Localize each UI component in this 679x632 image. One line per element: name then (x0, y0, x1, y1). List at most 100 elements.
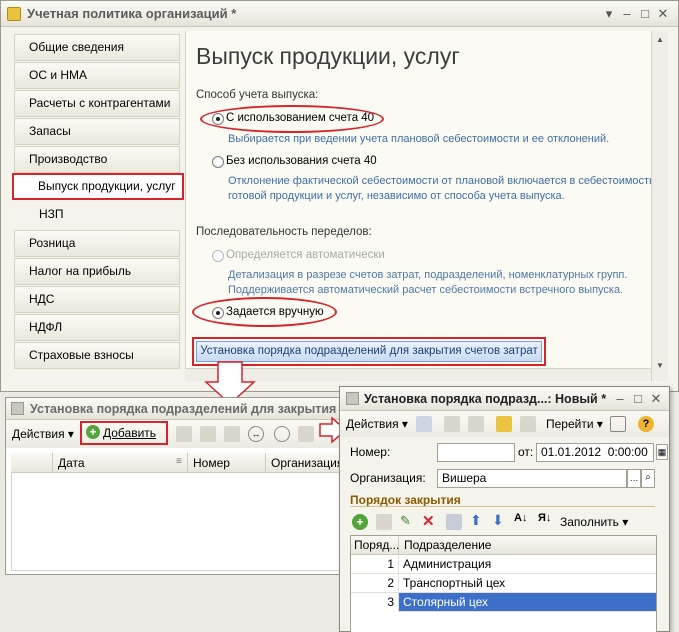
row-number: 3 (351, 593, 399, 612)
move-up-icon[interactable]: ⬆ (470, 512, 482, 529)
doc-minimize-icon[interactable]: – (612, 391, 628, 407)
list-actions-menu[interactable]: Действия ▾ (12, 427, 74, 441)
table-row[interactable]: 1 Администрация (351, 555, 656, 574)
closing-order-table: Поряд... Подразделение 1 Администрация 2… (350, 535, 657, 632)
list-col-number[interactable]: Номер (188, 453, 266, 473)
move-down-icon[interactable]: ⬇ (492, 512, 504, 529)
post-icon[interactable] (444, 416, 460, 432)
doc-window-icon (346, 392, 359, 405)
edit-icon[interactable] (200, 426, 216, 442)
doc-toolbar: Действия ▾ Перейти ▾ ? (340, 411, 669, 437)
doc-close-icon[interactable]: ✕ (648, 391, 664, 407)
delete-icon[interactable] (224, 426, 240, 442)
radio-without-account-40-label[interactable]: Без использования счета 40 (226, 155, 377, 167)
sidebar-item-production[interactable]: Производство (14, 146, 180, 173)
structure-icon[interactable] (520, 416, 536, 432)
table-header: Поряд... Подразделение (351, 536, 656, 555)
sidebar-item-personal-tax[interactable]: НДФЛ (14, 314, 180, 341)
table-row[interactable]: 2 Транспортный цех (351, 574, 656, 593)
radio-automatic[interactable] (212, 250, 224, 262)
doc-actions-menu[interactable]: Действия ▾ (346, 417, 408, 431)
filter-icon[interactable] (298, 426, 314, 442)
save-icon[interactable] (416, 416, 432, 432)
row-number: 1 (351, 555, 399, 574)
page-title: Выпуск продукции, услуг (196, 43, 460, 69)
sidebar-item-profit-tax[interactable]: Налог на прибыль (14, 258, 180, 285)
setup-order-button[interactable]: Установка порядка подразделений для закр… (196, 341, 542, 362)
doc-window-titlebar[interactable]: Установка порядка подразд...: Новый * – … (340, 387, 669, 411)
list-grid-body[interactable] (11, 473, 349, 571)
search-icon[interactable] (274, 426, 290, 442)
doc-maximize-icon[interactable]: □ (630, 391, 646, 407)
list-window-titlebar[interactable]: Установка порядка подразделений для закр… (6, 398, 349, 420)
main-scrollbar[interactable]: ▲ ▼ (651, 31, 668, 381)
goto-label: Перейти (546, 417, 594, 431)
close-icon[interactable]: ✕ (655, 6, 671, 22)
fill-menu[interactable]: Заполнить ▾ (560, 515, 628, 529)
col-order[interactable]: Поряд... (351, 536, 399, 555)
interval-icon[interactable]: ↔ (248, 426, 264, 442)
document-icon[interactable] (496, 416, 512, 432)
highlight-ellipse-option4 (192, 297, 337, 327)
list-col-organization[interactable]: Организация (266, 453, 349, 473)
scroll-up-icon[interactable]: ▲ (656, 35, 664, 44)
window-menu-icon[interactable]: ▾ (601, 6, 617, 22)
main-window-titlebar[interactable]: Учетная политика организаций * ▾ – □ ✕ (1, 1, 678, 27)
sidebar-item-wip[interactable]: НЗП (14, 201, 180, 228)
organization-label: Организация: (350, 471, 426, 485)
list-settings-icon[interactable] (610, 416, 626, 432)
accounting-policy-window: Учетная политика организаций * ▾ – □ ✕ О… (0, 0, 679, 392)
sidebar-item-counterparties[interactable]: Расчеты с контрагентами (14, 90, 180, 117)
list-col-icon (11, 453, 53, 473)
table-copy-icon[interactable] (376, 514, 392, 530)
select-icon[interactable]: … (627, 469, 641, 488)
list-col-date[interactable]: Дата (53, 453, 188, 473)
sidebar-item-inventory[interactable]: Запасы (14, 118, 180, 145)
add-icon: + (86, 425, 100, 439)
sidebar-item-retail[interactable]: Розница (14, 230, 180, 257)
sort-asc-icon[interactable]: A↓ (514, 512, 527, 524)
table-add-icon[interactable]: + (352, 514, 368, 530)
calendar-icon[interactable]: ▦ (656, 444, 668, 460)
highlight-ellipse-option1 (200, 105, 384, 133)
minimize-icon[interactable]: – (619, 6, 635, 22)
date-field[interactable]: 01.01.2012 0:00:00 (536, 443, 654, 462)
table-delete-icon[interactable]: ✕ (422, 512, 435, 530)
radio-automatic-label[interactable]: Определяется автоматически (226, 249, 385, 261)
sidebar-item-fixed-assets[interactable]: ОС и НМА (14, 62, 180, 89)
settings-panel: Выпуск продукции, услуг Способ учета вып… (185, 31, 655, 381)
add-button[interactable]: Добавить (103, 426, 156, 440)
maximize-icon[interactable]: □ (637, 6, 653, 22)
help-icon[interactable]: ? (638, 416, 654, 432)
copy-icon[interactable] (176, 426, 192, 442)
order-document-window: Установка порядка подразд...: Новый * – … (339, 386, 670, 632)
date-from-label: от: (518, 445, 534, 459)
number-field[interactable] (437, 443, 515, 462)
window-icon (7, 7, 21, 21)
goto-menu[interactable]: Перейти ▾ (546, 417, 603, 431)
row-number: 2 (351, 574, 399, 593)
col-department[interactable]: Подразделение (399, 536, 656, 555)
open-icon[interactable]: ⌕ (641, 469, 655, 488)
list-grid-header: Дата ≡ Номер Организация (11, 453, 349, 473)
sidebar-item-insurance[interactable]: Страховые взносы (14, 342, 180, 369)
table-row-selected[interactable]: 3 Столярный цех (351, 593, 656, 612)
copy-doc-icon[interactable] (468, 416, 484, 432)
organization-field[interactable]: Вишера (437, 469, 627, 488)
main-window-title: Учетная политика организаций * (27, 6, 237, 21)
radio-without-account-40[interactable] (212, 156, 224, 168)
doc-actions-label: Действия (346, 417, 399, 431)
list-window-title: Установка порядка подразделений для закр… (30, 402, 347, 416)
number-label: Номер: (350, 445, 391, 459)
sidebar-item-output[interactable]: Выпуск продукции, услуг (12, 173, 184, 200)
table-toolbar: + ✎ ✕ ⬆ ⬇ A↓ Я↓ Заполнить ▾ (348, 511, 658, 533)
sidebar-item-general[interactable]: Общие сведения (14, 34, 180, 61)
scroll-down-icon[interactable]: ▼ (656, 361, 664, 370)
sidebar-item-vat[interactable]: НДС (14, 286, 180, 313)
list-actions-label: Действия (12, 427, 65, 441)
sequence-label: Последовательность переделов: (196, 226, 372, 238)
row-department: Администрация (403, 557, 492, 571)
table-edit-icon[interactable]: ✎ (400, 513, 411, 529)
sort-desc-icon[interactable]: Я↓ (538, 512, 551, 524)
table-end-edit-icon[interactable] (446, 514, 462, 530)
